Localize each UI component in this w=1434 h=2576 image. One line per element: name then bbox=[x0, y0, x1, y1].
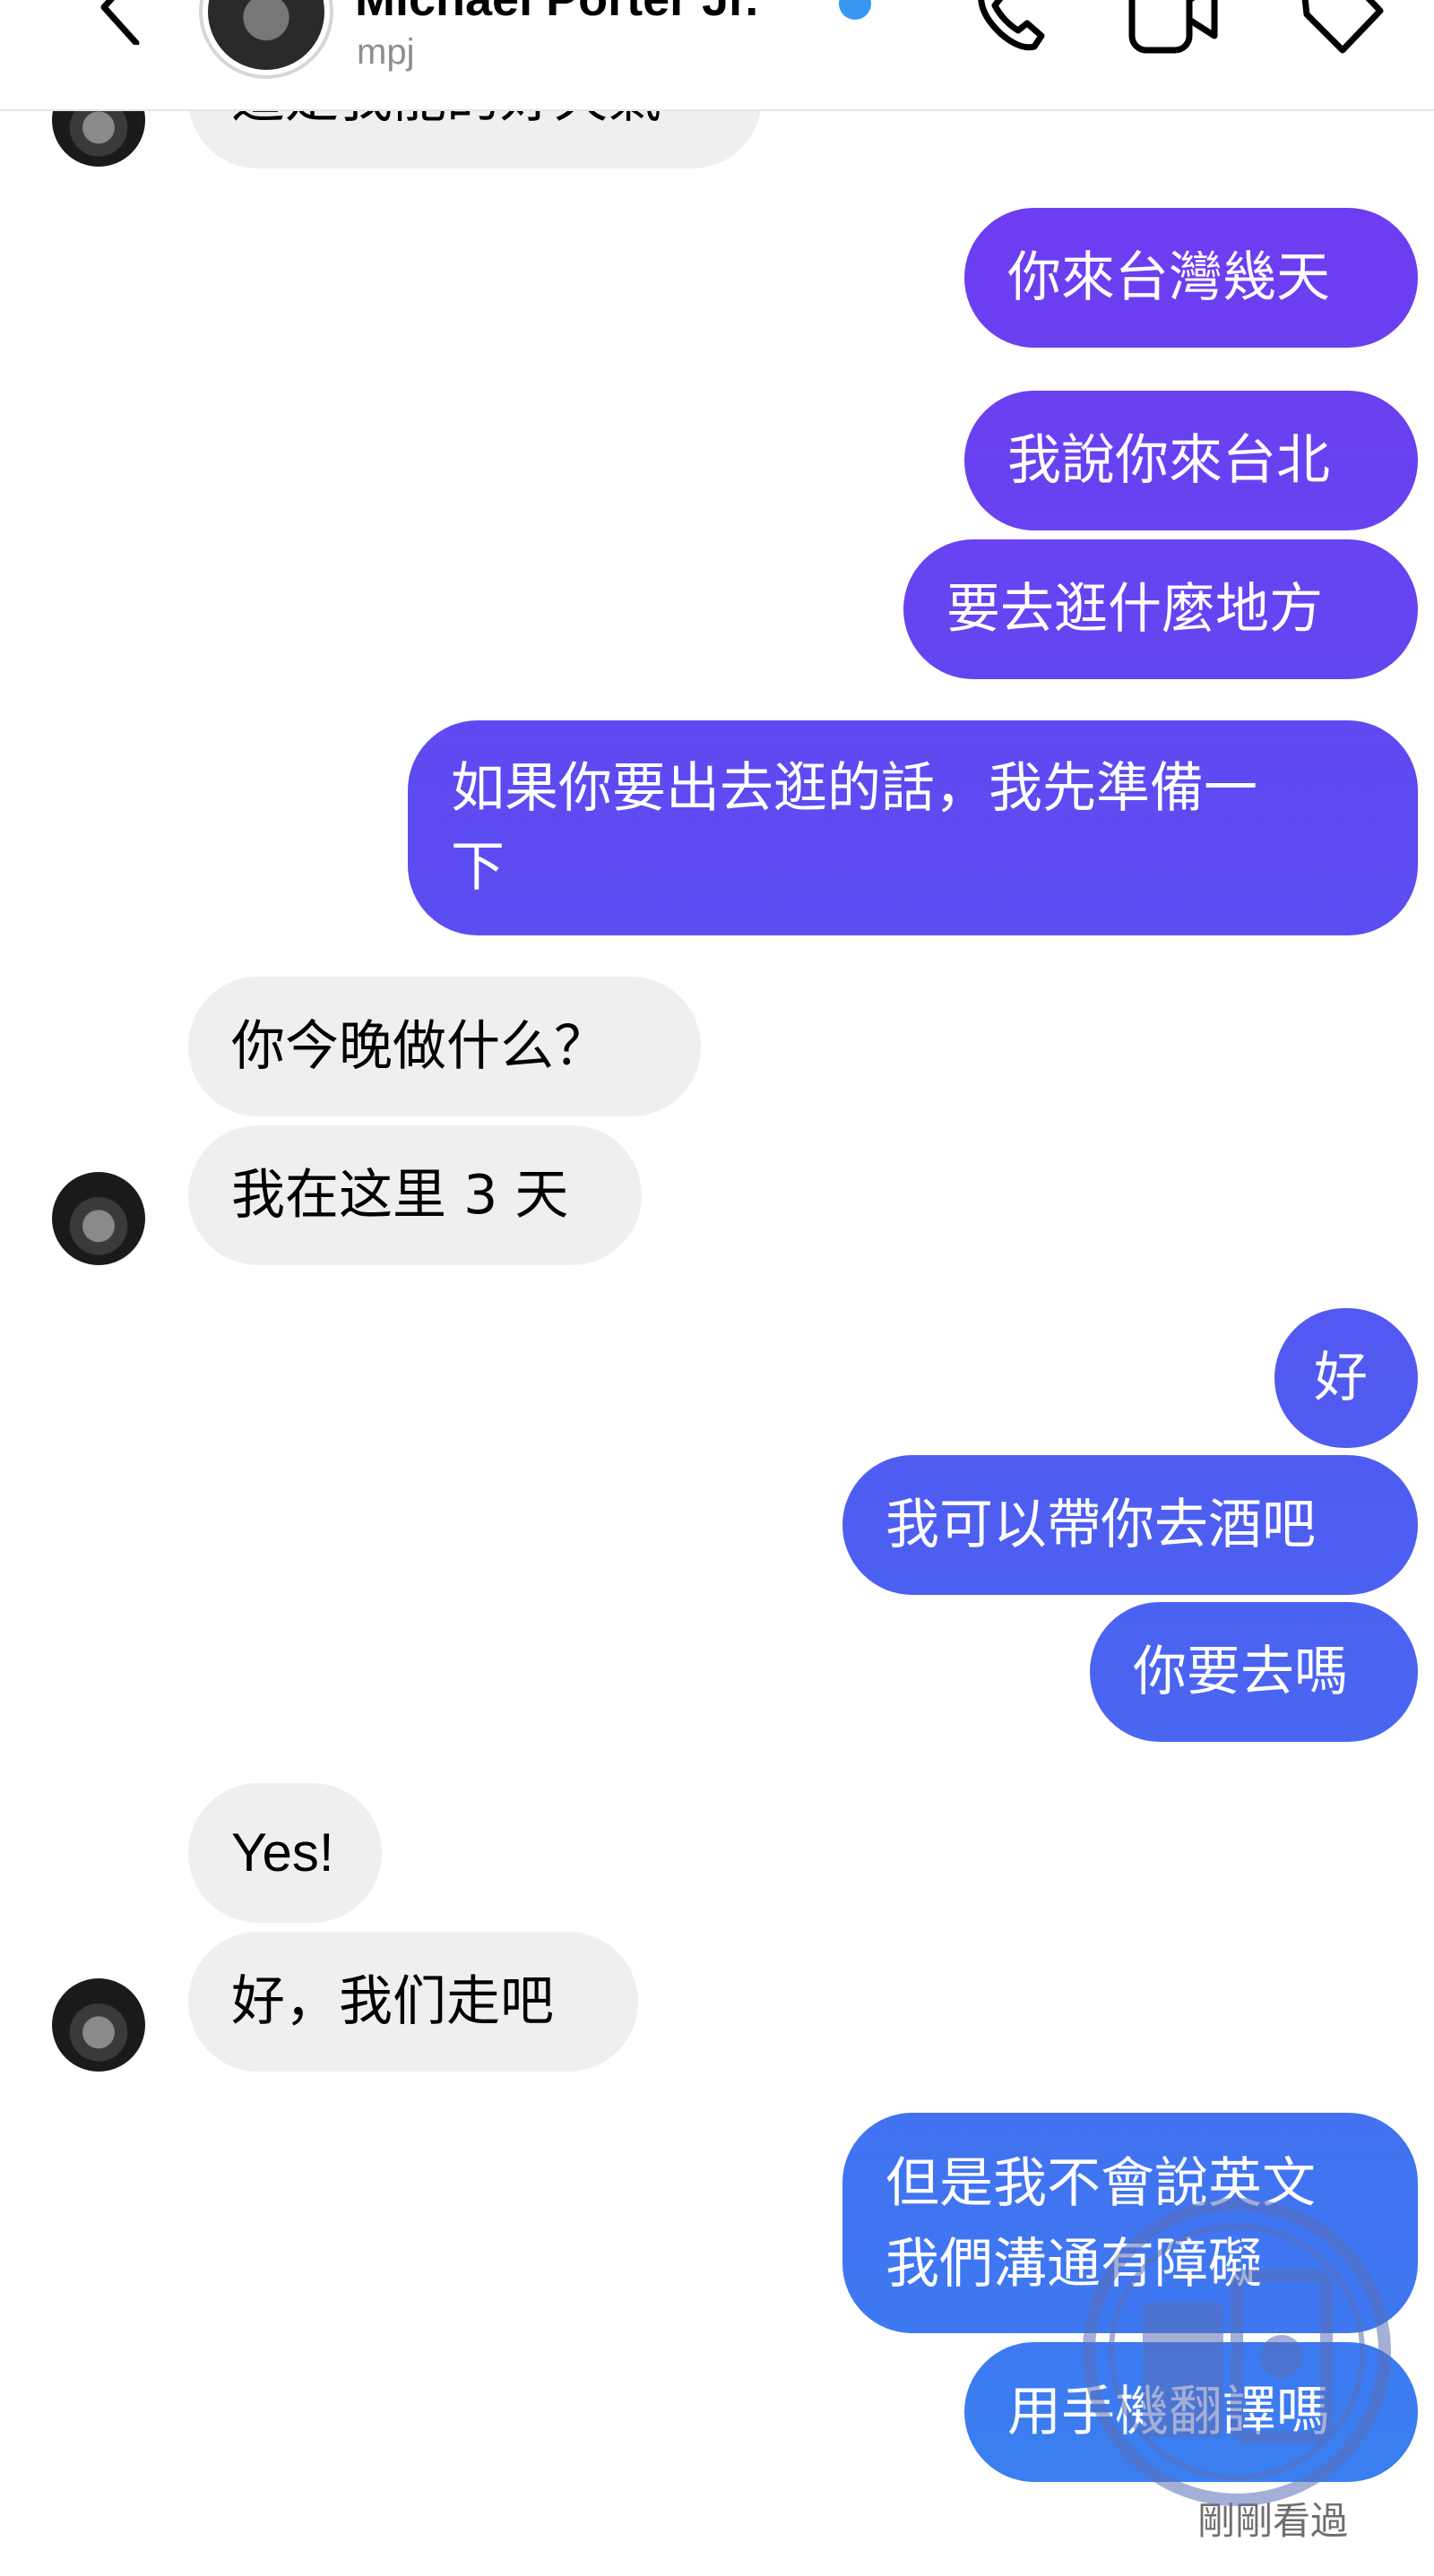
verified-badge-icon bbox=[839, 0, 871, 20]
username: mpj bbox=[357, 32, 415, 72]
message-line: 但是我不會說英文 bbox=[885, 2152, 1316, 2215]
incoming-message[interactable]: 我在这里 3 天 bbox=[188, 1125, 642, 1265]
video-camera-icon bbox=[1128, 0, 1218, 54]
chevron-left-icon bbox=[100, 0, 140, 47]
chat-header: Michael Porter Jr. mpj bbox=[0, 0, 1434, 111]
outgoing-message[interactable]: 用手機翻譯嗎 bbox=[964, 2342, 1418, 2482]
back-button[interactable] bbox=[90, 0, 152, 47]
sender-avatar[interactable] bbox=[52, 1172, 145, 1265]
outgoing-message[interactable]: 如果你要出去逛的話，我先準備一 下 bbox=[408, 720, 1418, 935]
tag-icon bbox=[1301, 0, 1384, 54]
tag-button[interactable] bbox=[1291, 0, 1389, 63]
outgoing-message[interactable]: 你來台灣幾天 bbox=[964, 208, 1418, 348]
incoming-message[interactable]: 好，我们走吧 bbox=[188, 1932, 638, 2072]
incoming-message[interactable]: Yes! bbox=[188, 1783, 382, 1923]
message-line: 下 bbox=[451, 836, 505, 899]
phone-icon bbox=[978, 0, 1045, 51]
seen-status: 剛剛看過 bbox=[1197, 2499, 1349, 2543]
sender-avatar[interactable] bbox=[52, 1978, 145, 2072]
outgoing-message[interactable]: 好 bbox=[1274, 1308, 1418, 1448]
message-line: 我們溝通有障礙 bbox=[885, 2233, 1262, 2296]
outgoing-message[interactable]: 要去逛什麼地方 bbox=[903, 539, 1418, 679]
display-name[interactable]: Michael Porter Jr. bbox=[355, 0, 758, 27]
outgoing-message[interactable]: 我可以帶你去酒吧 bbox=[842, 1455, 1418, 1595]
profile-avatar[interactable] bbox=[199, 0, 333, 79]
outgoing-message[interactable]: 但是我不會說英文 我們溝通有障礙 bbox=[842, 2113, 1418, 2333]
outgoing-message[interactable]: 我說你來台北 bbox=[964, 391, 1418, 530]
outgoing-message[interactable]: 你要去嗎 bbox=[1090, 1602, 1418, 1742]
video-call-button[interactable] bbox=[1125, 0, 1223, 63]
incoming-message[interactable]: 你今晚做什么？ bbox=[188, 977, 701, 1116]
phone-call-button[interactable] bbox=[959, 0, 1058, 63]
message-line: 如果你要出去逛的話，我先準備一 bbox=[451, 757, 1257, 820]
